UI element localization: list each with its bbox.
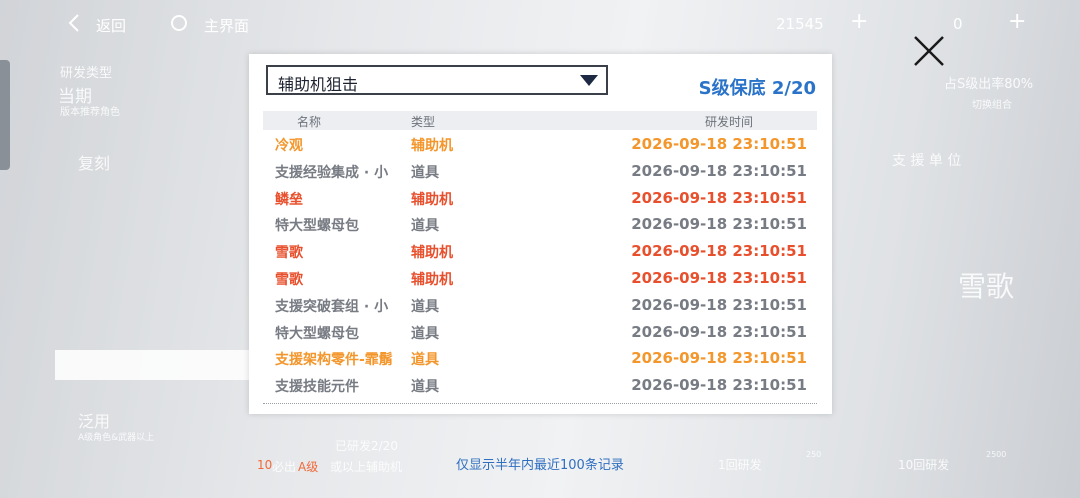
row-name: 支援架构零件-霏鬅 — [275, 352, 393, 369]
single-draw-button[interactable]: 1回研发 — [718, 456, 762, 473]
pool-select[interactable]: 辅助机狙击 — [266, 65, 608, 95]
chevron-left-icon[interactable] — [64, 12, 86, 34]
row-type: 辅助机 — [411, 138, 453, 154]
row-type: 辅助机 — [411, 271, 453, 288]
row-type: 道具 — [411, 379, 439, 396]
ten-draw-button[interactable]: 10回研发 — [898, 456, 949, 473]
table-row: 支援突破套组 · 小 道具 2026-09-18 23:10:51 — [263, 291, 817, 318]
home-icon[interactable] — [171, 15, 187, 31]
row-time: 2026-09-18 23:10:51 — [631, 242, 807, 261]
row-type: 道具 — [411, 352, 439, 369]
dev-type-label: 研发类型 — [60, 66, 113, 81]
row-name: 雪歌 — [275, 271, 303, 288]
table-row: 支援经验集成 · 小 道具 2026-09-18 23:10:51 — [263, 157, 817, 184]
row-type: 道具 — [411, 298, 439, 315]
currency-amount-1: 21545 — [776, 15, 824, 33]
menu-highlight-strip — [55, 350, 255, 380]
row-type: 辅助机 — [411, 191, 453, 208]
row-name: 冷观 — [275, 138, 303, 154]
col-time: 研发时间 — [705, 115, 754, 129]
current-tab-sub: 版本推荐角色 — [60, 107, 120, 118]
col-type: 类型 — [411, 115, 436, 129]
table-row: 雪歌 辅助机 2026-09-18 23:10:51 — [263, 264, 817, 291]
left-edge-handle — [0, 60, 10, 170]
row-time: 2026-09-18 23:10:51 — [631, 188, 807, 207]
hero-name: 雪歌 — [958, 270, 1015, 303]
ten-note-rarity: A级 — [298, 460, 319, 474]
row-time: 2026-09-18 23:10:51 — [631, 268, 807, 287]
duplicate-tab[interactable]: 复刻 — [78, 150, 110, 174]
col-name: 名称 — [297, 115, 322, 129]
table-row: 雪歌 辅助机 2026-09-18 23:10:51 — [263, 237, 817, 264]
row-type: 道具 — [411, 164, 439, 181]
records-note: 仅显示半年内最近100条记录 — [456, 458, 624, 473]
row-name: 支援技能元件 — [275, 379, 359, 396]
general-tab[interactable]: 泛用 — [78, 408, 110, 432]
history-dialog: 辅助机狙击 S级保底 2/20 名称 类型 研发时间 冷观 辅助机 2026-09-… — [249, 54, 832, 414]
pity-progress: 已研发2/20 — [335, 439, 398, 453]
table-row: 支援技能元件 道具 2026-09-18 23:10:51 — [263, 371, 817, 398]
table-row: 鳞垒 辅助机 2026-09-18 23:10:51 — [263, 184, 817, 211]
ten-note-text2: 或以上辅助机 — [330, 460, 403, 474]
row-name: 雪歌 — [275, 245, 303, 262]
table-header: 名称 类型 研发时间 — [263, 111, 817, 130]
table-row: 特大型螺母包 道具 2026-09-18 23:10:51 — [263, 318, 817, 345]
table-row: 特大型螺母包 道具 2026-09-18 23:10:51 — [263, 210, 817, 237]
row-name: 特大型螺母包 — [275, 218, 359, 235]
single-draw-cost: 250 — [806, 450, 822, 459]
row-name: 鳞垒 — [275, 191, 303, 208]
support-unit-label: 支 援 单 位 — [892, 153, 962, 169]
table-divider — [263, 403, 817, 404]
row-type: 道具 — [411, 218, 439, 235]
table-body: 冷观 辅助机 2026-09-18 23:10:51 支援经验集成 · 小道具 2026… — [263, 130, 817, 398]
table-row: 冷观 辅助机 2026-09-18 23:10:51 — [263, 130, 817, 157]
home-button[interactable]: 主界面 — [204, 15, 249, 36]
row-time: 2026-09-18 23:10:51 — [631, 349, 807, 368]
add-currency-1-button[interactable]: + — [850, 9, 868, 34]
ten-draw-cost: 2500 — [986, 450, 1007, 459]
ten-note-text1: 必出 — [272, 460, 297, 474]
row-name: 支援经验集成 · 小 — [275, 164, 389, 181]
general-tab-sub: A级角色&武器以上 — [78, 433, 155, 443]
row-name: 支援突破套组 · 小 — [275, 298, 389, 315]
row-time: 2026-09-18 23:10:51 — [631, 215, 807, 234]
pity-counter: S级保底 2/20 — [698, 78, 816, 99]
row-name: 特大型螺母包 — [275, 325, 359, 342]
back-button[interactable]: 返回 — [96, 15, 126, 36]
caret-down-icon — [580, 75, 598, 86]
ten-note-number: 10 — [257, 458, 273, 472]
row-time: 2026-09-18 23:10:51 — [631, 295, 807, 314]
row-type: 辅助机 — [411, 245, 453, 262]
pool-select-value: 辅助机狙击 — [278, 75, 359, 94]
currency-amount-2: 0 — [953, 15, 963, 33]
history-table: 名称 类型 研发时间 冷观 辅助机 2026-09-18 23:10:51 支援经验集… — [263, 111, 817, 398]
row-time: 2026-09-18 23:10:51 — [631, 161, 807, 180]
s-rate-label: 占S级出率80% — [944, 77, 1034, 92]
row-time: 2026-09-18 23:10:51 — [631, 135, 807, 153]
add-currency-2-button[interactable]: + — [1008, 9, 1026, 34]
row-type: 道具 — [411, 325, 439, 342]
switch-combo-button[interactable]: 切换组合 — [972, 96, 1012, 111]
table-row: 支援架构零件-霏鬅 道具 2026-09-18 23:10:51 — [263, 344, 817, 371]
row-time: 2026-09-18 23:10:51 — [631, 322, 807, 341]
close-icon[interactable] — [910, 32, 948, 70]
row-time: 2026-09-18 23:10:51 — [631, 376, 807, 395]
